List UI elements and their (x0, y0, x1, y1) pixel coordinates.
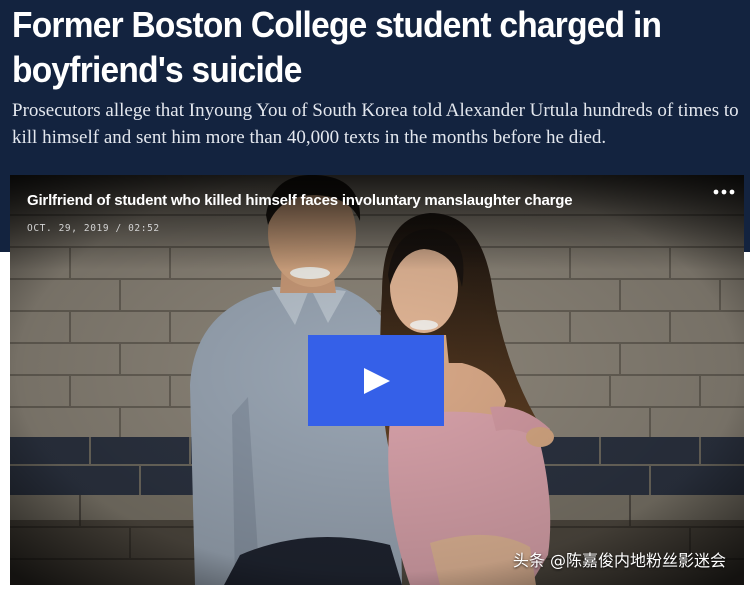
play-button[interactable] (308, 335, 444, 426)
video-player[interactable]: Girlfriend of student who killed himself… (10, 175, 744, 585)
article-headline: Former Boston College student charged in… (12, 4, 662, 90)
video-title: Girlfriend of student who killed himself… (27, 192, 573, 209)
watermark-text: 头条 @陈嘉俊内地粉丝影迷会 (512, 551, 726, 570)
play-icon (364, 368, 390, 394)
article-dek: Prosecutors allege that Inyoung You of S… (12, 100, 739, 148)
more-options-icon[interactable] (712, 185, 736, 199)
video-date-duration: OCT. 29, 2019 / 02:52 (27, 223, 160, 234)
